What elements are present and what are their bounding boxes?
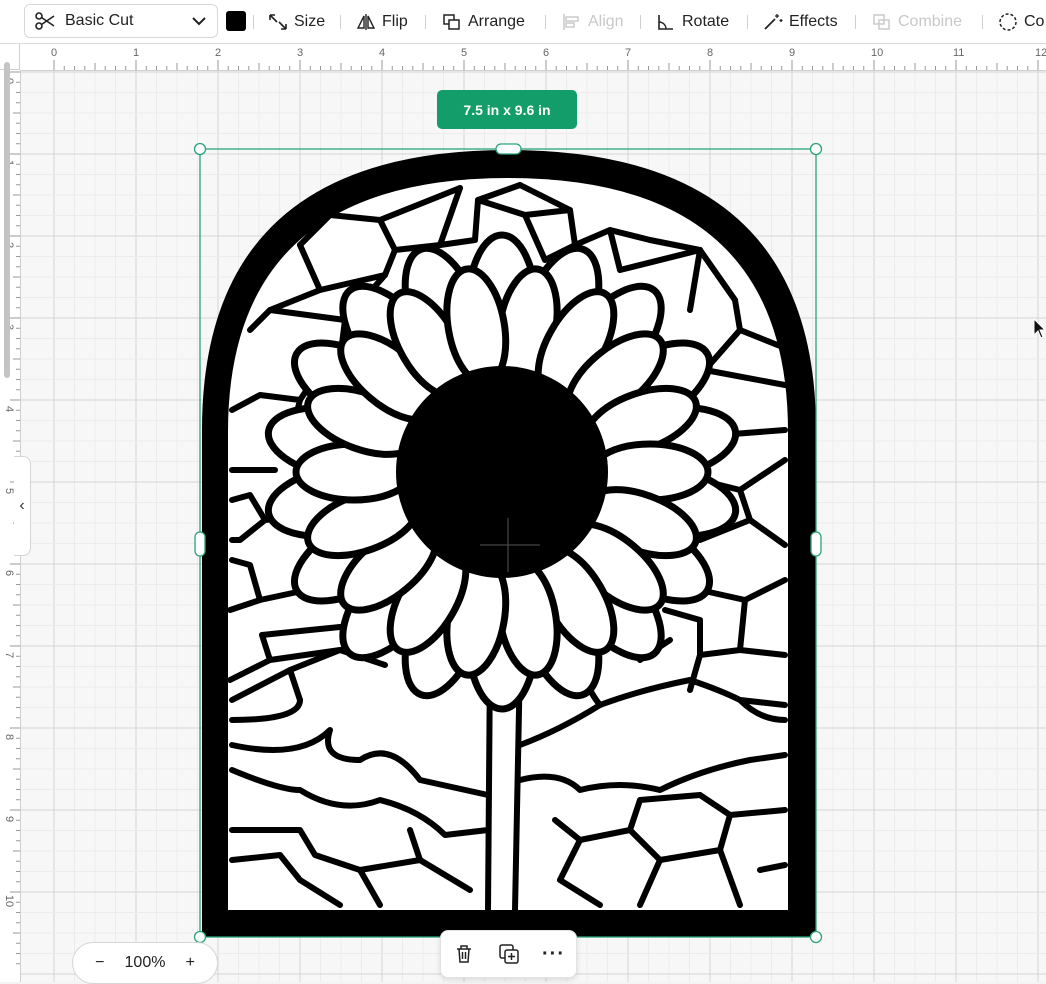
resize-handle-bottom-right[interactable] (809, 930, 823, 944)
contour-label: Co (1024, 13, 1045, 30)
combine-button[interactable]: Combine (872, 0, 962, 44)
ruler-left-label: 6 (3, 569, 15, 577)
operation-label: Basic Cut (65, 12, 134, 29)
ruler-top-label: 0 (51, 47, 58, 59)
divider (855, 15, 856, 29)
arrange-label: Arrange (468, 13, 525, 30)
ruler-left-label: 8 (3, 733, 15, 741)
ruler-left-label: 4 (3, 405, 15, 413)
rotate-button[interactable]: Rotate (656, 0, 729, 44)
resize-handle-left[interactable] (194, 531, 206, 557)
zoom-level: 100% (124, 954, 166, 971)
divider (640, 15, 641, 29)
ruler-left-label: 9 (3, 815, 15, 823)
more-icon: ··· (542, 942, 565, 965)
selection-bounding-box[interactable] (21, 71, 1046, 982)
chevron-down-icon (192, 17, 206, 26)
divider (253, 15, 254, 29)
more-options-button[interactable]: ··· (538, 938, 570, 970)
zoom-control: − 100% + (72, 942, 218, 984)
arrange-button[interactable]: Arrange (442, 0, 525, 44)
divider (982, 15, 983, 29)
selection-actions-toolbar: ··· (440, 930, 577, 978)
ruler-top-label: 7 (625, 47, 632, 59)
resize-icon (269, 14, 287, 30)
delete-button[interactable] (448, 938, 480, 970)
scissors-icon (35, 12, 55, 30)
size-button[interactable]: Size (268, 0, 325, 44)
edit-toolbar: Basic Cut Size Flip Arrange Align Rotate… (0, 0, 1046, 44)
resize-handle-top-right[interactable] (809, 142, 823, 156)
design-canvas[interactable] (21, 71, 1046, 982)
align-icon (563, 14, 579, 30)
color-swatch[interactable] (226, 11, 246, 31)
resize-handle-right[interactable] (810, 531, 822, 557)
ruler-left-label: 10 (3, 894, 15, 908)
align-label: Align (588, 13, 624, 30)
operation-select[interactable]: Basic Cut (24, 4, 218, 38)
duplicate-button[interactable] (493, 938, 525, 970)
size-label: Size (294, 13, 326, 30)
ruler-top-label: 11 (953, 47, 965, 59)
collapse-panel-tab[interactable]: ‹ (14, 456, 31, 556)
arrange-icon (443, 14, 460, 30)
flip-button[interactable]: Flip (356, 0, 408, 44)
ruler-corner (0, 44, 20, 70)
ruler-top-label: 8 (707, 47, 714, 59)
ruler-top-label: 12 (1035, 47, 1046, 59)
vertical-scrollbar[interactable] (4, 62, 10, 378)
rotate-icon (658, 15, 673, 30)
trash-icon (456, 945, 471, 963)
combine-icon (873, 14, 890, 30)
mouse-cursor-icon (1033, 318, 1046, 339)
ruler-top-label: 3 (297, 47, 304, 59)
contour-icon (999, 13, 1017, 31)
align-button[interactable]: Align (562, 0, 624, 44)
flip-icon (356, 14, 376, 30)
effects-label: Effects (789, 13, 838, 30)
ruler-top-label: 5 (461, 47, 468, 59)
ruler-top-label: 9 (789, 47, 796, 59)
zoom-in-button[interactable]: + (186, 954, 195, 972)
ruler-top-label: 1 (133, 47, 140, 59)
contour-button[interactable]: Co (998, 0, 1044, 44)
flip-label: Flip (382, 13, 408, 30)
ruler-left-label: 7 (3, 651, 15, 659)
ruler-top: 0 1 2 3 4 5 6 7 8 9 10 11 12 (20, 44, 1046, 71)
rotate-label: Rotate (682, 13, 730, 30)
combine-label: Combine (898, 13, 963, 30)
divider (425, 15, 426, 29)
resize-handle-top-left[interactable] (193, 142, 207, 156)
duplicate-icon (498, 944, 519, 964)
size-badge: 7.5 in x 9.6 in (437, 90, 577, 129)
zoom-out-button[interactable]: − (95, 954, 104, 972)
ruler-top-label: 4 (379, 47, 386, 59)
resize-handle-top[interactable] (495, 143, 522, 155)
divider (747, 15, 748, 29)
ruler-top-label: 6 (543, 47, 550, 59)
divider (545, 15, 546, 29)
divider (340, 15, 341, 29)
ruler-top-label: 2 (215, 47, 222, 59)
ruler-top-label: 10 (871, 47, 884, 59)
chevron-left-icon: ‹ (19, 497, 25, 514)
effects-button[interactable]: Effects (763, 0, 838, 44)
resize-handle-bottom-left[interactable] (193, 930, 207, 944)
magic-wand-icon (764, 14, 783, 30)
